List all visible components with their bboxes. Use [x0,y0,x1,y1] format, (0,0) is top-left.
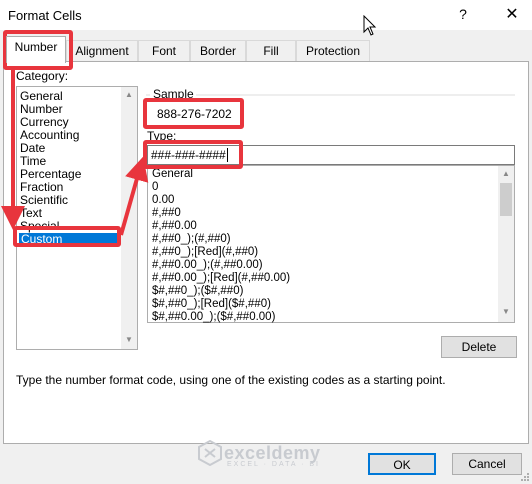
annotation-arrows [1,68,149,236]
arrow-custom-to-type [119,156,149,236]
tab-number[interactable]: Number [6,36,66,63]
